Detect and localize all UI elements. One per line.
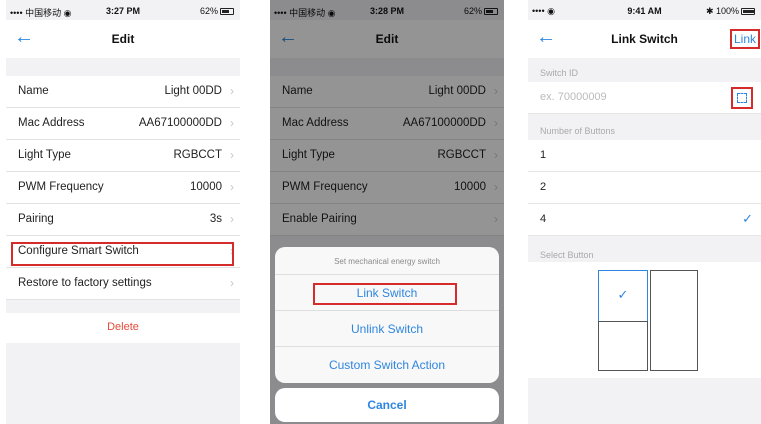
row-mac-address[interactable]: Mac Address AA67100000DD › [6,108,240,140]
row-value: 3s [209,213,222,225]
section-header-number-of-buttons: Number of Buttons [540,126,616,136]
cancel-button[interactable]: Cancel [275,388,499,422]
switch-button-top-left[interactable]: ✓ [598,270,648,322]
row-label: Light Type [18,149,71,161]
section-header-select-button: Select Button [540,250,594,260]
section-header-switch-id: Switch ID [540,68,579,78]
chevron-right-icon: › [230,116,234,130]
option-label: 1 [540,149,547,161]
row-label: Pairing [18,213,54,225]
switch-button-right[interactable] [650,270,698,371]
row-value: AA67100000DD [138,117,222,129]
chevron-right-icon: › [230,84,234,98]
select-button-area: ✓ [528,262,761,378]
delete-button[interactable]: Delete [6,313,240,343]
unlink-switch-button[interactable]: Unlink Switch [275,311,499,347]
row-value: Light 00DD [164,85,222,97]
switch-id-field[interactable]: ex. 70000009 [528,82,761,114]
checkmark-icon: ✓ [742,211,753,226]
button-option-4[interactable]: 4 ✓ [528,204,761,236]
highlight-box [313,283,457,305]
button-option-1[interactable]: 1 [528,140,761,172]
scan-qr-icon[interactable] [731,87,753,109]
option-label: 2 [540,181,547,193]
row-label: PWM Frequency [18,181,104,193]
row-value: RGBCCT [173,149,222,161]
row-label: Mac Address [18,117,85,129]
status-bar: •••• ◉ 9:41 AM ✱ 100% [528,0,761,20]
row-pairing[interactable]: Pairing 3s › [6,204,240,236]
switch-button-bottom-left[interactable] [598,321,648,371]
button-option-2[interactable]: 2 [528,172,761,204]
row-label: Restore to factory settings [18,277,152,289]
phone-link-switch-screen: •••• ◉ 9:41 AM ✱ 100% ← Link Switch Link… [528,0,761,424]
row-name[interactable]: Name Light 00DD › [6,76,240,108]
page-title: Edit [111,32,135,46]
nav-bar: ← Link Switch Link [528,20,761,58]
nav-bar: ← Edit [6,20,240,58]
action-sheet-title: Set mechanical energy switch [275,247,499,275]
chevron-right-icon: › [230,212,234,226]
battery-percent: 62% [199,6,218,16]
battery-percent: ✱ 100% [705,6,739,16]
row-restore-factory[interactable]: Restore to factory settings › [6,268,240,300]
row-pwm-frequency[interactable]: PWM Frequency 10000 › [6,172,240,204]
action-sheet: Set mechanical energy switch Link Switch… [275,247,499,383]
option-label: 4 [540,213,547,225]
row-value: 10000 [190,181,222,193]
status-bar: •••• 中国移动 ◉ 3:27 PM 62% [6,0,240,20]
switch-id-placeholder: ex. 70000009 [540,91,607,103]
chevron-right-icon: › [230,180,234,194]
link-button[interactable]: Link [729,29,760,49]
highlight-box [11,242,234,266]
chevron-right-icon: › [230,148,234,162]
page-title: Link Switch [611,32,678,46]
phone-action-sheet-screen: •••• 中国移动 ◉ 3:28 PM 62% ← Edit Name Ligh… [270,0,504,424]
battery-icon [741,8,755,15]
battery-indicator: 62% [200,6,234,16]
battery-icon [220,8,234,15]
battery-indicator: ✱ 100% [706,6,755,17]
checkmark-icon: ✓ [617,287,629,302]
phone-edit-screen: •••• 中国移动 ◉ 3:27 PM 62% ← Edit Name Ligh… [6,0,240,424]
chevron-right-icon: › [230,276,234,290]
row-light-type[interactable]: Light Type RGBCCT › [6,140,240,172]
row-label: Name [18,85,49,97]
custom-switch-action-button[interactable]: Custom Switch Action [275,347,499,383]
